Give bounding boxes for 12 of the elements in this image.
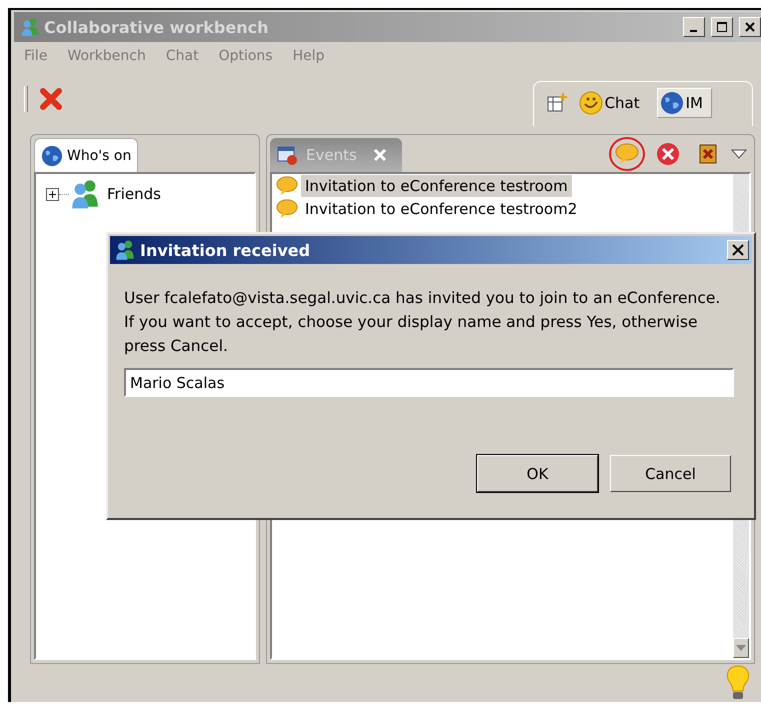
- whos-on-tab[interactable]: Who's on: [34, 138, 138, 172]
- dialog-title: Invitation received: [140, 240, 310, 260]
- display-name-field[interactable]: Mario Scalas: [124, 368, 734, 397]
- dialog-message: User fcalefato@vista.segal.uvic.ca has invited you to join to an eConference. If you want to accept, choose your display name and press Yes, otherwise press Cancel.: [124, 288, 722, 357]
- dialog-button[interactable]: OK: [477, 455, 598, 492]
- event-item[interactable]: Invitation to eConference testroom2: [301, 198, 582, 220]
- perspective-button[interactable]: Chat: [576, 88, 649, 118]
- dialog-button[interactable]: Cancel: [610, 455, 731, 492]
- event-item[interactable]: Invitation to eConference testroom: [301, 175, 572, 197]
- perspective-button[interactable]: IM: [656, 88, 712, 118]
- tree-item[interactable]: Friends: [107, 185, 161, 203]
- window-title: Collaborative workbench: [44, 18, 268, 36]
